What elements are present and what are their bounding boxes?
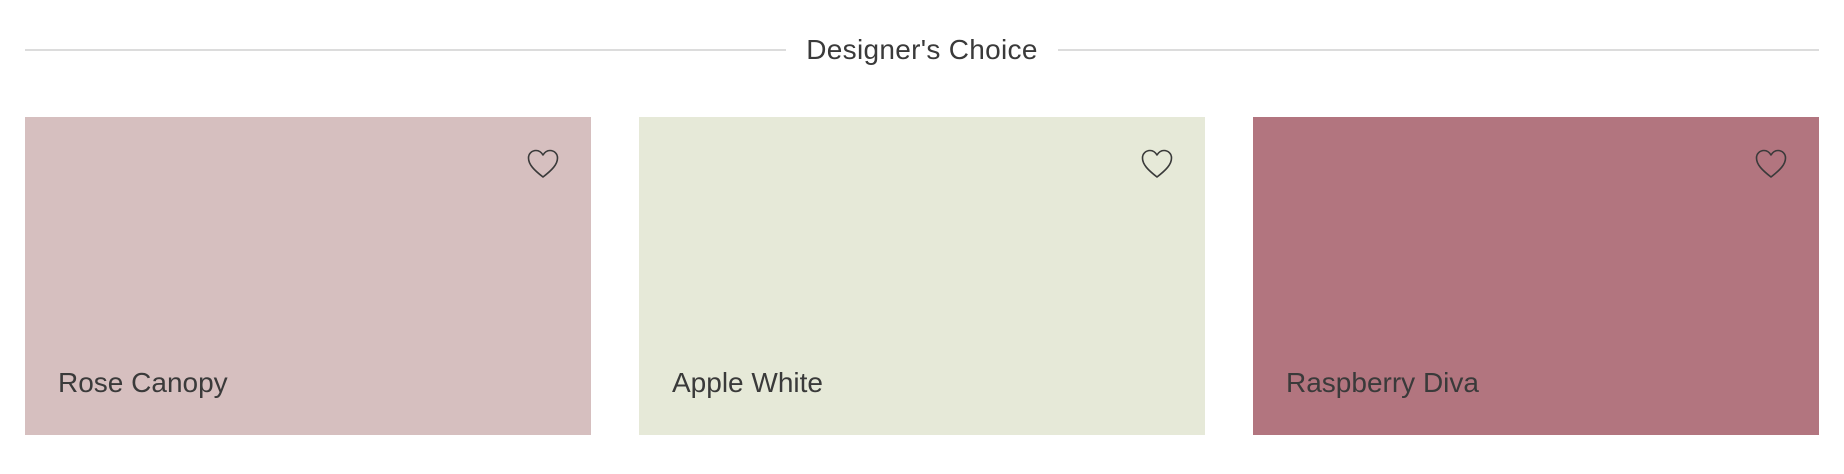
- designers-choice-section: Designer's Choice Rose Canopy Apple Whit…: [0, 0, 1844, 474]
- color-name: Apple White: [672, 367, 823, 398]
- section-title: Designer's Choice: [806, 34, 1038, 65]
- color-card-rose-canopy[interactable]: Rose Canopy: [25, 117, 591, 435]
- color-name: Rose Canopy: [58, 367, 228, 398]
- divider-left: [25, 49, 787, 51]
- heart-icon[interactable]: [1753, 146, 1789, 182]
- section-header: Designer's Choice: [25, 22, 1820, 78]
- color-card-list: Rose Canopy Apple White Raspberry Diva: [25, 117, 1819, 435]
- divider-right: [1057, 49, 1820, 51]
- color-name: Raspberry Diva: [1286, 367, 1479, 398]
- heart-icon[interactable]: [1139, 146, 1175, 182]
- heart-icon[interactable]: [525, 146, 561, 182]
- color-card-apple-white[interactable]: Apple White: [639, 117, 1205, 435]
- color-card-raspberry-diva[interactable]: Raspberry Diva: [1253, 117, 1819, 435]
